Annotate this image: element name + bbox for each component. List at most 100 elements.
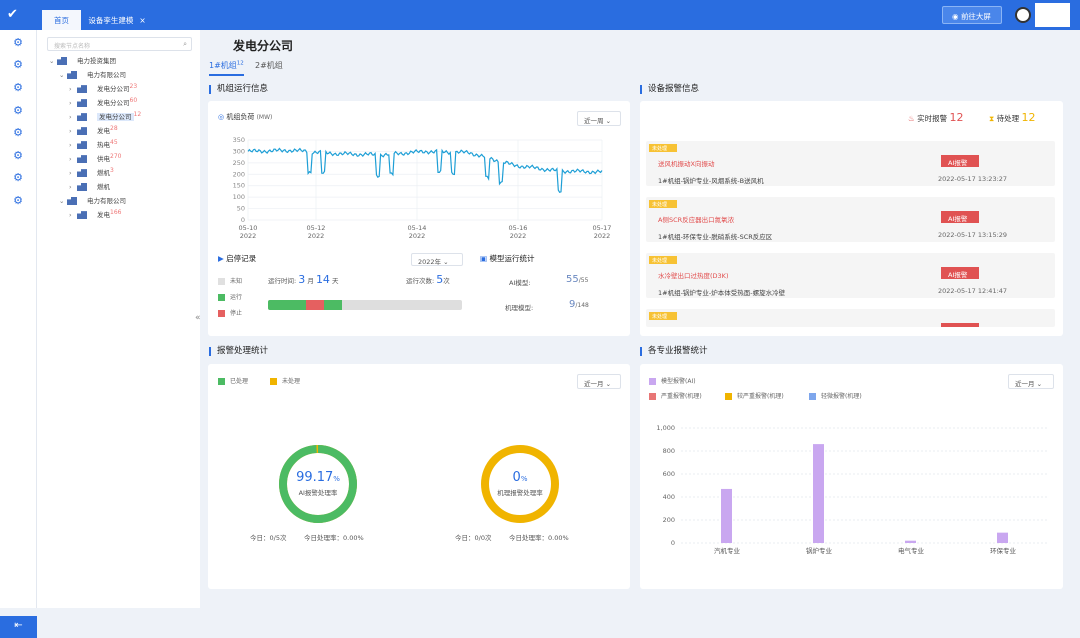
- chevron-down-icon[interactable]: ⌄: [49, 57, 57, 65]
- tree-node[interactable]: › 燃机: [69, 181, 110, 191]
- x-category-label: 锅炉专业: [806, 546, 833, 555]
- alarm-item[interactable]: 未处理 水冷壁出口过热度(D3K) AI报警 1#机组-锅炉专业-炉本体受热面-…: [646, 253, 1055, 298]
- tree-node[interactable]: › 供电270: [69, 153, 121, 164]
- tab-unit-2[interactable]: 2#机组: [255, 60, 283, 71]
- alarm-stats-card: [208, 364, 630, 589]
- tree-node[interactable]: › 发电28: [69, 125, 118, 136]
- tree-node-selected[interactable]: › 发电分公司 12: [69, 111, 142, 122]
- collapse-panel-icon[interactable]: «: [195, 313, 201, 323]
- gear-icon[interactable]: ⚙: [11, 149, 25, 163]
- collapse-menu-icon[interactable]: ⇤: [0, 616, 37, 638]
- tree-node-label: 热电: [97, 141, 110, 150]
- tree-node-count: 12: [133, 111, 142, 118]
- legend-processed: 已处理: [218, 376, 248, 385]
- legend-label: 模型报警(AI): [661, 378, 696, 385]
- hourglass-icon: ⧗: [989, 114, 995, 123]
- gear-icon[interactable]: ⚙: [11, 36, 25, 50]
- x-tick-label: 05-16: [509, 224, 528, 232]
- chevron-right-icon[interactable]: ›: [69, 113, 77, 121]
- load-period-select[interactable]: 近一周 ⌄: [577, 111, 621, 126]
- timeline-running-segment: [268, 300, 306, 310]
- ai-model-value: 55: [566, 274, 579, 285]
- alarm-item[interactable]: 未处理 A侧SCR反应器出口氮氧浓 AI报警 1#机组-环保专业-脱硝系统-SC…: [646, 197, 1055, 242]
- user-name-box[interactable]: [1035, 3, 1070, 27]
- chevron-right-icon[interactable]: ›: [69, 183, 77, 191]
- chevron-right-icon[interactable]: ›: [69, 99, 77, 107]
- load-unit: (MW): [256, 114, 273, 121]
- ai-alarm-button[interactable]: AI报警: [941, 211, 979, 223]
- gear-icon[interactable]: ⚙: [11, 58, 25, 72]
- tab-unit-1[interactable]: 1#机组12: [209, 60, 244, 76]
- alarm-title[interactable]: A侧SCR反应器出口氮氧浓: [658, 214, 734, 224]
- tree-node[interactable]: ⌄ 电力投资集团: [49, 55, 116, 65]
- chevron-down-icon[interactable]: ⌄: [59, 71, 67, 79]
- tab-home[interactable]: 首页: [42, 10, 81, 30]
- tree-node-label: 电力投资集团: [77, 57, 116, 65]
- legend-label: 运行: [230, 294, 243, 301]
- gear-icon[interactable]: ⚙: [11, 194, 25, 208]
- legend-swatch: [649, 392, 656, 400]
- y-tick-label: 1,000: [656, 424, 675, 432]
- close-icon[interactable]: ×: [139, 16, 145, 25]
- dept-stats-period-select[interactable]: 近一月 ⌄: [1008, 374, 1054, 389]
- run-days-value: 14: [315, 273, 330, 286]
- tree-node[interactable]: ⌄ 电力有限公司: [59, 195, 126, 205]
- y-tick-label: 200: [233, 170, 245, 178]
- day-unit: 天: [332, 277, 339, 285]
- search-placeholder: 搜索节点名称: [54, 43, 91, 50]
- alarm-title[interactable]: 送风机振动X向振动: [658, 158, 714, 168]
- tree-node[interactable]: › 热电45: [69, 139, 118, 150]
- search-input[interactable]: 搜索节点名称 ⌕: [47, 37, 192, 51]
- year-select-value: 2022年: [418, 258, 442, 266]
- legend-swatch: [218, 377, 225, 385]
- tab-home-label: 首页: [54, 16, 69, 25]
- tree-node[interactable]: › 发电分公司23: [69, 83, 137, 94]
- tab-device-twin[interactable]: 设备孪生建模 ×: [81, 10, 153, 30]
- gear-icon[interactable]: ⚙: [11, 126, 25, 140]
- chevron-down-icon[interactable]: ⌄: [59, 197, 67, 205]
- building-icon: [77, 141, 87, 150]
- tree-node-label: 供电: [97, 155, 110, 164]
- building-icon: [67, 197, 77, 205]
- chevron-right-icon[interactable]: ›: [69, 141, 77, 149]
- legend-ai-alarm: 模型报警(AI): [649, 376, 696, 385]
- chevron-right-icon[interactable]: ›: [69, 155, 77, 163]
- logo-icon[interactable]: ✔: [7, 7, 18, 22]
- building-icon: [77, 99, 87, 108]
- load-label: 机组负荷: [226, 113, 255, 121]
- building-icon: [77, 85, 87, 94]
- avatar[interactable]: [1015, 7, 1031, 23]
- top-bar: ✔ 首页 设备孪生建模 × ◉ 前往大屏: [0, 0, 1080, 30]
- tree-node[interactable]: › 发电分公司60: [69, 97, 137, 108]
- tab-unit-2-label: 2#机组: [255, 61, 283, 70]
- ai-alarm-button[interactable]: AI报警: [941, 155, 979, 167]
- gear-icon[interactable]: ⚙: [11, 81, 25, 95]
- model-stats-title-label: 模型运行统计: [489, 254, 535, 263]
- search-icon[interactable]: ⌕: [183, 40, 187, 49]
- big-screen-button[interactable]: ◉ 前往大屏: [942, 6, 1002, 24]
- tree-node-count: 3: [110, 167, 114, 174]
- alarm-stats-period-select[interactable]: 近一月 ⌄: [577, 374, 621, 389]
- ai-alarm-button[interactable]: AI报警: [941, 267, 979, 279]
- legend-label: 轻微报警(机理): [821, 393, 862, 400]
- alarm-item[interactable]: 未处理: [646, 309, 1055, 327]
- play-icon: ▶: [218, 254, 224, 263]
- tree-node-label: 发电: [97, 211, 110, 220]
- realtime-alarm: ♨ 实时报警 12: [908, 111, 964, 124]
- tree-node[interactable]: › 发电166: [69, 209, 121, 220]
- tree-node[interactable]: › 燃机3: [69, 167, 114, 178]
- gear-icon[interactable]: ⚙: [11, 104, 25, 118]
- year-select[interactable]: 2022年 ⌄: [411, 253, 463, 266]
- chevron-right-icon[interactable]: ›: [69, 127, 77, 135]
- alarm-title[interactable]: 水冷壁出口过热度(D3K): [658, 270, 728, 280]
- chevron-right-icon[interactable]: ›: [69, 169, 77, 177]
- ai-alarm-button[interactable]: [941, 323, 979, 327]
- chevron-right-icon[interactable]: ›: [69, 85, 77, 93]
- legend-swatch: [218, 309, 225, 317]
- tree-node[interactable]: ⌄ 电力有限公司: [59, 69, 126, 79]
- legend-unknown: 未知: [218, 276, 242, 285]
- x-tick-year-label: 2022: [409, 232, 426, 240]
- alarm-item[interactable]: 未处理 送风机振动X向振动 AI报警 1#机组-锅炉专业-风烟系统-B送风机 2…: [646, 141, 1055, 186]
- chevron-right-icon[interactable]: ›: [69, 211, 77, 219]
- gear-icon[interactable]: ⚙: [11, 171, 25, 185]
